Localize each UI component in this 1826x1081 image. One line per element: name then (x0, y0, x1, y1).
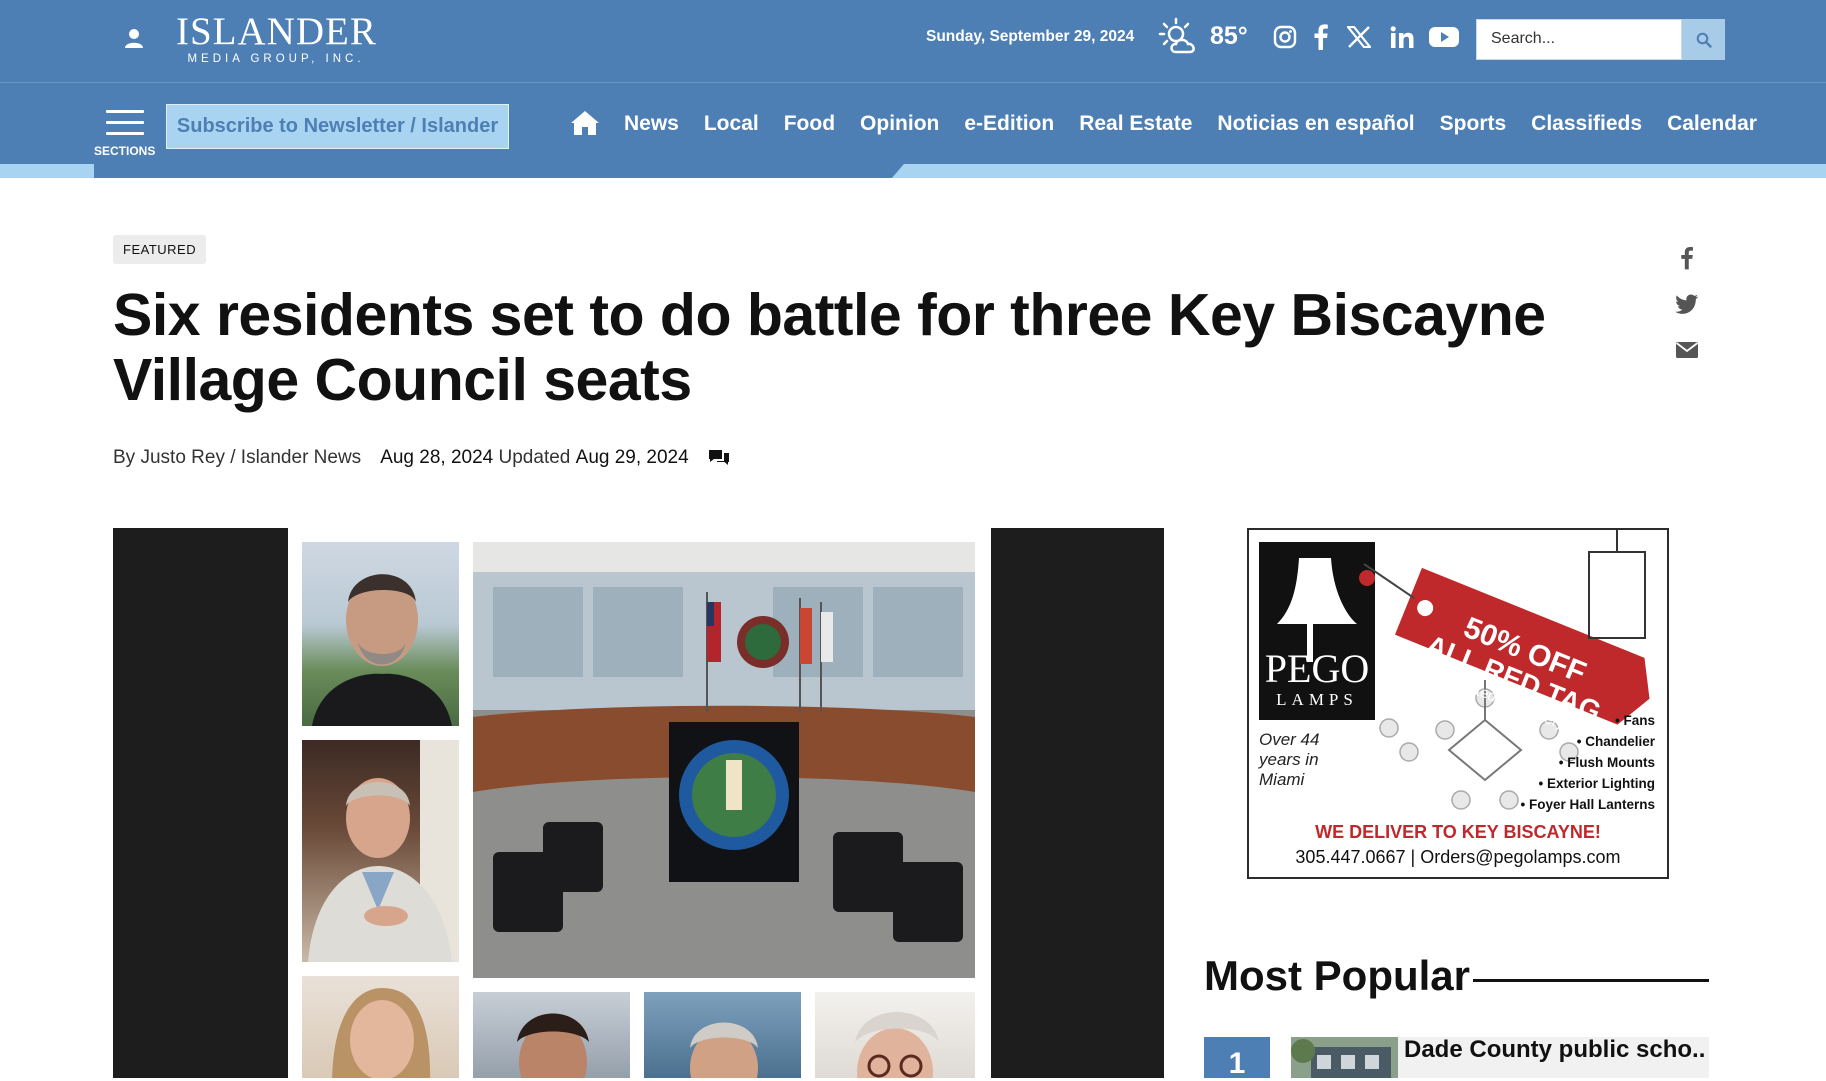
article-byline: By Justo Rey / Islander News Aug 28, 202… (113, 447, 731, 469)
nav-link-sports[interactable]: Sports (1440, 112, 1507, 136)
popular-rank-1: 1 (1204, 1037, 1270, 1080)
pego-lamps-ad[interactable]: PEGO LAMPS 50% OFF ALL RED TAG (Limited … (1247, 528, 1669, 879)
current-date: Sunday, September 29, 2024 (926, 28, 1135, 45)
nav-link-e-edition[interactable]: e-Edition (964, 112, 1054, 136)
most-popular-heading: Most Popular (1204, 952, 1471, 999)
ad-years: Over 44 years in Miami (1259, 730, 1320, 789)
ad-item-exterior-lighting: • Exterior Lighting (1538, 776, 1655, 791)
subscribe-newsletter-button[interactable]: Subscribe to Newsletter / Islander (166, 104, 509, 149)
weather-partly-cloudy-icon (1156, 16, 1202, 58)
candidate-photo-3 (302, 976, 459, 1078)
nav-accent-stripe-dark (94, 164, 904, 178)
ad-item-chandelier: • Chandelier (1576, 734, 1655, 749)
nav-link-local[interactable]: Local (704, 112, 759, 136)
facebook-icon[interactable] (1306, 22, 1336, 52)
ad-item-fans: • Fans (1615, 713, 1655, 728)
most-popular-rule (1473, 979, 1709, 982)
share-email-icon[interactable] (1674, 337, 1700, 363)
share-twitter-icon[interactable] (1674, 291, 1700, 317)
temperature: 85° (1210, 22, 1248, 50)
candidate-photo-4 (473, 992, 630, 1078)
instagram-icon[interactable] (1270, 22, 1300, 52)
search-input[interactable]: Search... (1476, 19, 1682, 60)
ad-deliver-text: WE DELIVER TO KEY BISCAYNE! (1315, 822, 1601, 842)
site-logo[interactable]: ISLANDER MEDIA GROUP, INC. (176, 12, 376, 68)
published-date: Aug 28, 2024 (380, 447, 494, 468)
popular-item-1-thumbnail[interactable] (1291, 1037, 1398, 1078)
ad-product-list: • Fans • Chandelier • Flush Mounts • Ext… (1520, 710, 1655, 815)
nav-divider (0, 82, 1826, 90)
candidates-collage (288, 528, 991, 1078)
comments-icon[interactable] (707, 448, 731, 468)
share-facebook-icon[interactable] (1674, 245, 1700, 271)
nav-link-food[interactable]: Food (784, 112, 835, 136)
candidate-photo-6 (815, 992, 975, 1078)
nav-link-news[interactable]: News (624, 112, 679, 136)
home-icon[interactable] (570, 110, 600, 136)
sections-menu-icon[interactable] (106, 110, 144, 138)
logo-main-text: ISLANDER (176, 10, 377, 53)
ad-brand: PEGO (1264, 646, 1370, 691)
author-link[interactable]: Justo Rey (140, 447, 224, 469)
council-chamber-photo (473, 542, 975, 978)
sections-label[interactable]: SECTIONS (94, 144, 155, 158)
ad-item-foyer-lanterns: • Foyer Hall Lanterns (1520, 797, 1655, 812)
popular-item-1-title[interactable]: Dade County public scho... (1404, 1036, 1706, 1064)
byline-separator: / (230, 447, 236, 468)
search-icon (1696, 32, 1712, 48)
candidate-photo-5 (644, 992, 801, 1078)
updated-date: Aug 29, 2024 (575, 447, 689, 468)
nav-link-real-estate[interactable]: Real Estate (1079, 112, 1192, 136)
featured-tag[interactable]: FEATURED (113, 235, 207, 264)
nav-link-opinion[interactable]: Opinion (860, 112, 939, 136)
candidate-photo-2 (302, 740, 459, 962)
nav-links: News Local Food Opinion e-Edition Real E… (624, 112, 1782, 136)
nav-link-calendar[interactable]: Calendar (1667, 112, 1757, 136)
user-account-icon[interactable] (122, 26, 146, 50)
youtube-icon[interactable] (1429, 22, 1459, 52)
ad-contact: 305.447.0667 | Orders@pegolamps.com (1295, 847, 1621, 867)
ad-item-flush-mounts: • Flush Mounts (1558, 755, 1655, 770)
nav-link-classifieds[interactable]: Classifieds (1531, 112, 1642, 136)
article-hero-image[interactable] (113, 528, 1164, 1078)
nav-link-noticias[interactable]: Noticias en español (1217, 112, 1414, 136)
x-icon[interactable] (1344, 22, 1374, 52)
article-headline: Six residents set to do battle for three… (113, 282, 1546, 413)
byline-prefix: By (113, 447, 136, 468)
linkedin-icon[interactable] (1387, 22, 1417, 52)
updated-label: Updated (498, 447, 571, 468)
logo-sub-text: MEDIA GROUP, INC. (187, 53, 365, 65)
ad-brand-sub: LAMPS (1276, 690, 1358, 709)
search-button[interactable] (1682, 19, 1725, 60)
candidate-photo-1 (302, 542, 459, 726)
outlet-name: Islander News (240, 447, 362, 468)
